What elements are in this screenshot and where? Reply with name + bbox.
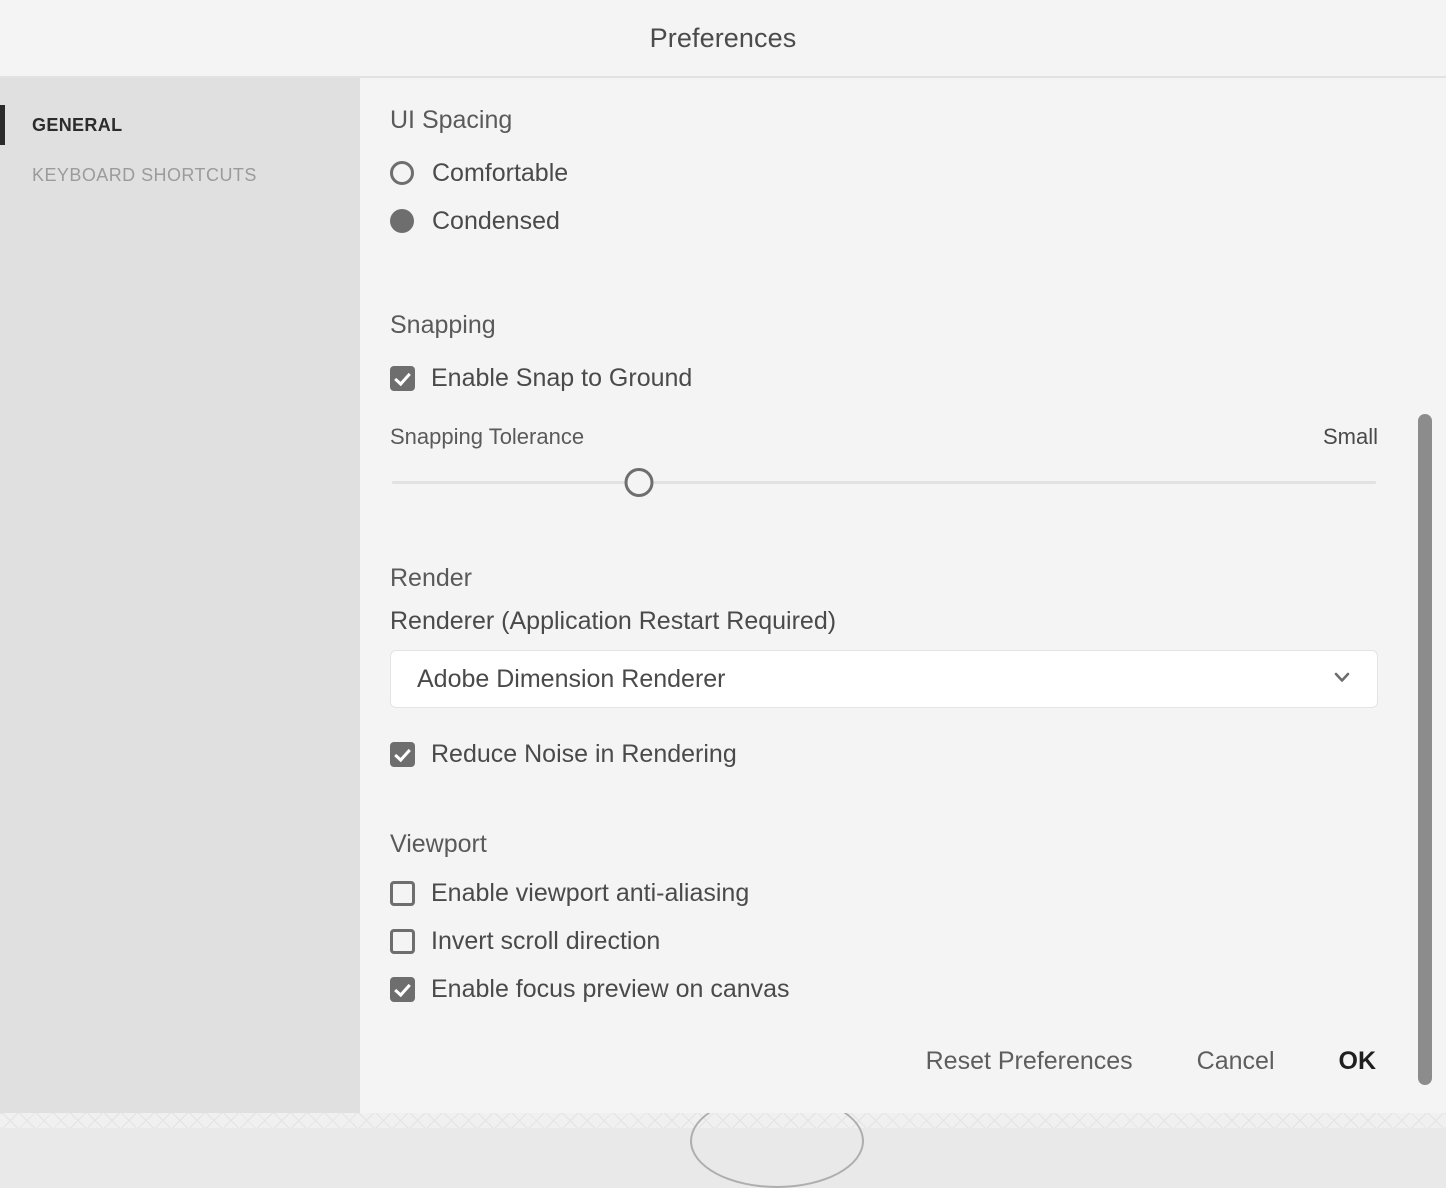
checkbox-checked-icon	[390, 365, 415, 391]
chevron-down-icon	[1329, 664, 1355, 695]
dialog-body: GENERAL KEYBOARD SHORTCUTS UI Spacing Co…	[0, 78, 1446, 1113]
snapping-tolerance-header: Snapping Tolerance Small	[390, 424, 1386, 450]
radio-option-comfortable-label: Comfortable	[432, 158, 569, 187]
checkbox-reduce-noise-in-rendering[interactable]: Reduce Noise in Rendering	[390, 730, 1386, 778]
sidebar-item-keyboard-shortcuts[interactable]: KEYBOARD SHORTCUTS	[0, 150, 360, 200]
slider-track	[392, 481, 1376, 484]
snapping-tolerance-value: Small	[1322, 424, 1378, 449]
checkbox-unchecked-icon	[390, 880, 415, 906]
radio-unselected-icon	[390, 161, 414, 185]
checkbox-checked-icon	[390, 741, 415, 767]
checkbox-enable-viewport-anti-aliasing-label: Enable viewport anti-aliasing	[431, 878, 750, 907]
checkbox-invert-scroll-direction-label: Invert scroll direction	[431, 926, 661, 955]
snapping-tolerance-label: Snapping Tolerance	[390, 424, 585, 449]
sidebar-item-general-label: GENERAL	[32, 114, 123, 135]
scrollbar-thumb[interactable]	[1418, 414, 1432, 1085]
radio-option-comfortable[interactable]: Comfortable	[390, 149, 1386, 197]
section-heading-viewport: Viewport	[390, 830, 487, 858]
checkbox-checked-icon	[390, 976, 415, 1002]
checkbox-enable-snap-to-ground[interactable]: Enable Snap to Ground	[390, 354, 1386, 402]
checkbox-enable-focus-preview-label: Enable focus preview on canvas	[431, 974, 790, 1003]
radio-selected-icon	[390, 209, 414, 233]
section-heading-snapping: Snapping	[390, 311, 496, 339]
checkbox-enable-focus-preview-on-canvas[interactable]: Enable focus preview on canvas	[390, 965, 1386, 1009]
renderer-dropdown-value: Adobe Dimension Renderer	[417, 664, 726, 693]
checkbox-enable-snap-to-ground-label: Enable Snap to Ground	[431, 363, 693, 392]
radio-option-condensed-label: Condensed	[432, 206, 560, 235]
slider-thumb-handle[interactable]	[624, 468, 654, 497]
dialog-titlebar: Preferences	[0, 0, 1446, 78]
preferences-dialog: Preferences GENERAL KEYBOARD SHORTCUTS U…	[0, 0, 1446, 1113]
ok-button[interactable]: OK	[1335, 1039, 1381, 1084]
checkbox-invert-scroll-direction[interactable]: Invert scroll direction	[390, 917, 1386, 965]
renderer-dropdown[interactable]: Adobe Dimension Renderer	[390, 650, 1378, 708]
dialog-footer: Reset Preferences Cancel OK	[360, 1009, 1446, 1113]
checkbox-reduce-noise-label: Reduce Noise in Rendering	[431, 739, 737, 768]
section-heading-render: Render	[390, 564, 472, 592]
checkbox-unchecked-icon	[390, 928, 415, 954]
section-heading-ui-spacing: UI Spacing	[390, 106, 513, 134]
sidebar: GENERAL KEYBOARD SHORTCUTS	[0, 78, 360, 1113]
renderer-field-label: Renderer (Application Restart Required)	[390, 607, 837, 635]
dialog-title: Preferences	[649, 22, 797, 53]
radio-option-condensed[interactable]: Condensed	[390, 197, 1386, 245]
sidebar-item-keyboard-shortcuts-label: KEYBOARD SHORTCUTS	[32, 164, 257, 185]
content-scrollbar[interactable]	[1418, 78, 1432, 1113]
content-pane: UI Spacing Comfortable Condensed Snappin…	[360, 78, 1446, 1113]
sidebar-item-general[interactable]: GENERAL	[0, 100, 360, 150]
preferences-scroll-area[interactable]: UI Spacing Comfortable Condensed Snappin…	[360, 78, 1446, 1009]
snapping-tolerance-slider[interactable]	[390, 460, 1386, 504]
active-indicator-bar	[0, 105, 5, 145]
cancel-button[interactable]: Cancel	[1193, 1039, 1279, 1084]
reset-preferences-button[interactable]: Reset Preferences	[922, 1039, 1137, 1084]
snapping-tolerance-control: Snapping Tolerance Small	[390, 424, 1386, 504]
checkbox-enable-viewport-anti-aliasing[interactable]: Enable viewport anti-aliasing	[390, 869, 1386, 917]
